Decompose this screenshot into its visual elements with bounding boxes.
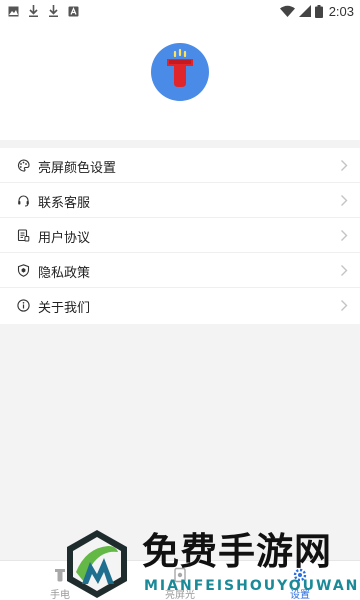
menu-item-label: 联系客服 (38, 196, 91, 211)
battery-icon (314, 4, 323, 18)
info-icon (17, 299, 30, 312)
menu-item-customer-service[interactable]: 联系客服 (0, 183, 360, 218)
menu-item-label: 亮屏颜色设置 (38, 161, 117, 176)
menu-item-screen-color[interactable]: 亮屏颜色设置 (0, 148, 360, 183)
shield-icon (17, 264, 30, 277)
app-icon (68, 6, 79, 16)
document-icon (17, 229, 30, 242)
headset-icon (18, 195, 29, 207)
palette-icon (17, 159, 30, 172)
system-status: 2:03 (279, 2, 354, 20)
chevron-right-icon (341, 195, 348, 206)
settings-menu: 亮屏颜色设置 联系客服 用户协议 隐私政策 关于我们 (0, 148, 360, 324)
status-bar: 2:03 (0, 0, 360, 22)
menu-item-label: 关于我们 (38, 301, 91, 316)
chevron-right-icon (341, 265, 348, 276)
flashlight-icon (167, 48, 193, 87)
download-icon (49, 5, 58, 17)
app-logo (151, 43, 209, 101)
menu-item-about-us[interactable]: 关于我们 (0, 288, 360, 323)
watermark: 免费手游网 MIANFEISHOUYOUWANG (64, 528, 360, 600)
watermark-subtitle: MIANFEISHOUYOUWANG (144, 578, 360, 594)
menu-item-label: 用户协议 (38, 231, 91, 246)
clock: 2:03 (328, 3, 354, 19)
wifi-icon (279, 5, 295, 17)
image-icon (8, 6, 19, 16)
watermark-title: 免费手游网 (142, 530, 332, 573)
menu-item-user-agreement[interactable]: 用户协议 (0, 218, 360, 253)
menu-item-privacy-policy[interactable]: 隐私政策 (0, 253, 360, 288)
profile-header (0, 22, 360, 140)
watermark-logo-icon (67, 530, 127, 598)
notification-icons (8, 4, 79, 18)
chevron-right-icon (341, 300, 348, 311)
chevron-right-icon (341, 230, 348, 241)
signal-icon (298, 5, 311, 17)
chevron-right-icon (341, 160, 348, 171)
menu-item-label: 隐私政策 (38, 266, 91, 281)
download-icon (29, 5, 38, 17)
